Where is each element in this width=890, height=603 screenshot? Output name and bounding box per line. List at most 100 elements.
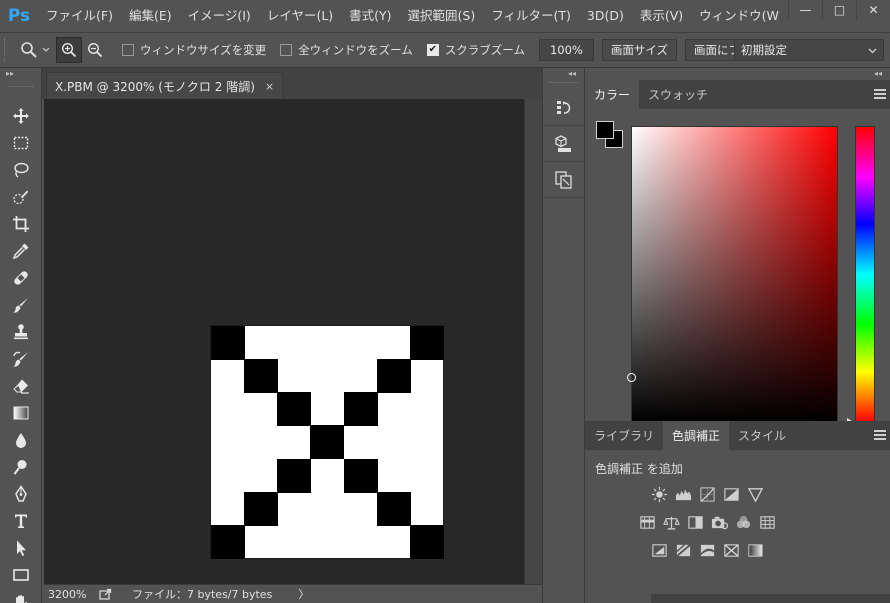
document-canvas[interactable] [210, 325, 444, 559]
color-picker-cursor[interactable] [627, 373, 636, 382]
eyedropper-icon [12, 243, 29, 259]
close-button[interactable]: ✕ [856, 0, 890, 20]
menu-filter[interactable]: フィルター(T) [483, 0, 579, 32]
properties-panel-button[interactable] [543, 162, 584, 198]
hand-icon [16, 594, 28, 603]
tools-grip[interactable] [8, 86, 33, 96]
curves-icon[interactable] [697, 484, 717, 504]
crop-tool[interactable] [0, 210, 42, 237]
brush-tool[interactable] [0, 291, 42, 318]
color-field[interactable] [627, 126, 838, 423]
document-tab-title: X.PBM @ 3200% (モノクロ 2 階調) [55, 79, 255, 94]
threshold-icon[interactable] [697, 540, 717, 560]
posterize-icon[interactable] [673, 540, 693, 560]
hue-saturation-icon[interactable] [637, 512, 657, 532]
zoom-out-button[interactable] [82, 37, 108, 63]
rectangle-icon [13, 568, 29, 581]
gradient-map-icon[interactable] [745, 540, 765, 560]
zoom-percent-field[interactable]: 100% [538, 39, 594, 61]
rectangle-tool[interactable] [0, 561, 42, 588]
gradient-tool[interactable] [0, 399, 42, 426]
photoshop-logo[interactable]: Ps [0, 0, 38, 32]
canvas-area[interactable] [44, 99, 524, 584]
vibrance-icon[interactable] [745, 484, 765, 504]
scrubby-zoom-checkbox[interactable]: ✔ [426, 44, 439, 56]
menu-select[interactable]: 選択範囲(S) [400, 0, 484, 32]
clone-stamp-tool[interactable] [0, 318, 42, 345]
workspace-select[interactable]: 初期設定 [734, 39, 884, 61]
path-selection-tool[interactable] [0, 534, 42, 561]
zoom-all-option[interactable]: 全ウィンドウをズーム [280, 42, 413, 58]
tab-color[interactable]: カラー [585, 80, 640, 109]
pen-tool[interactable] [0, 480, 42, 507]
resize-windows-option[interactable]: ウィンドウサイズを変更 [122, 42, 266, 58]
eraser-tool[interactable] [0, 372, 42, 399]
tab-swatches[interactable]: スウォッチ [639, 80, 717, 109]
adjustments-panel-menu-icon[interactable] [874, 430, 886, 440]
menu-view[interactable]: 表示(V) [632, 0, 691, 32]
foreground-color-swatch[interactable] [596, 121, 614, 139]
close-tab-icon[interactable]: × [265, 80, 274, 93]
status-zoom-level[interactable]: 3200% [44, 588, 92, 601]
menu-edit[interactable]: 編集(E) [121, 0, 180, 32]
black-white-icon[interactable] [685, 512, 705, 532]
menu-window[interactable]: ウィンドウ(W [691, 0, 787, 32]
menu-type[interactable]: 書式(Y) [341, 0, 399, 32]
menu-layer[interactable]: レイヤー(L) [259, 0, 341, 32]
tab-adjustments[interactable]: 色調補正 [663, 421, 730, 450]
healing-brush-tool[interactable] [0, 264, 42, 291]
zoom-tool-preset[interactable] [14, 37, 56, 63]
quick-selection-tool[interactable] [0, 183, 42, 210]
menu-image[interactable]: イメージ(I) [180, 0, 259, 32]
scrubby-zoom-option[interactable]: ✔ スクラブズーム [426, 42, 525, 58]
color-lookup-icon[interactable] [757, 512, 777, 532]
options-grip[interactable] [4, 38, 14, 62]
photo-filter-icon[interactable] [709, 512, 729, 532]
tab-channels[interactable]: チャンネル [651, 594, 729, 603]
eyedropper-tool[interactable] [0, 237, 42, 264]
right-panels-collapse-icon[interactable]: ◂◂ [585, 68, 890, 80]
fit-screen-button[interactable]: 画面サイズ [601, 39, 678, 61]
panel-dock-icons: ◂◂ [542, 68, 585, 603]
vertical-scrollbar[interactable] [524, 99, 542, 584]
lasso-tool[interactable] [0, 156, 42, 183]
hand-tool[interactable] [0, 588, 42, 603]
history-brush-tool[interactable] [0, 345, 42, 372]
status-menu-arrow[interactable]: 〉 [298, 586, 309, 602]
tab-styles[interactable]: スタイル [729, 421, 795, 450]
document-tab[interactable]: X.PBM @ 3200% (モノクロ 2 階調) × [46, 72, 284, 99]
tab-libraries[interactable]: ライブラリ [585, 421, 663, 450]
brightness-contrast-icon[interactable] [649, 484, 669, 504]
dodge-tool[interactable] [0, 453, 42, 480]
history-panel-button[interactable] [543, 90, 584, 126]
selective-color-icon[interactable] [721, 540, 741, 560]
channel-mixer-icon[interactable] [733, 512, 753, 532]
invert-icon[interactable] [649, 540, 669, 560]
hue-slider[interactable] [855, 126, 875, 423]
dock-collapse-icon[interactable]: ◂◂ [543, 68, 584, 80]
minimize-button[interactable]: — [788, 0, 822, 20]
tab-layers[interactable]: レイヤー [585, 594, 651, 603]
share-icon[interactable] [92, 588, 118, 600]
resize-windows-checkbox[interactable] [122, 44, 134, 56]
gradient-icon [13, 406, 29, 419]
move-tool[interactable] [0, 102, 42, 129]
zoom-icon [21, 42, 37, 58]
levels-icon[interactable] [673, 484, 693, 504]
dock-grip[interactable] [549, 82, 578, 86]
3d-panel-button[interactable] [543, 126, 584, 162]
menu-file[interactable]: ファイル(F) [38, 0, 121, 32]
marquee-tool[interactable] [0, 129, 42, 156]
pen-icon [15, 484, 27, 502]
zoom-in-button[interactable] [56, 37, 82, 63]
color-balance-icon[interactable] [661, 512, 681, 532]
blur-tool[interactable] [0, 426, 42, 453]
type-tool[interactable] [0, 507, 42, 534]
zoom-all-checkbox[interactable] [280, 44, 293, 56]
tools-collapse-icon[interactable]: ▸▸ [0, 68, 41, 80]
restore-button[interactable]: □ [822, 0, 856, 20]
color-panel-menu-icon[interactable] [874, 89, 886, 99]
tab-paths[interactable]: パス [728, 594, 770, 603]
exposure-icon[interactable] [721, 484, 741, 504]
menu-3d[interactable]: 3D(D) [579, 0, 632, 32]
